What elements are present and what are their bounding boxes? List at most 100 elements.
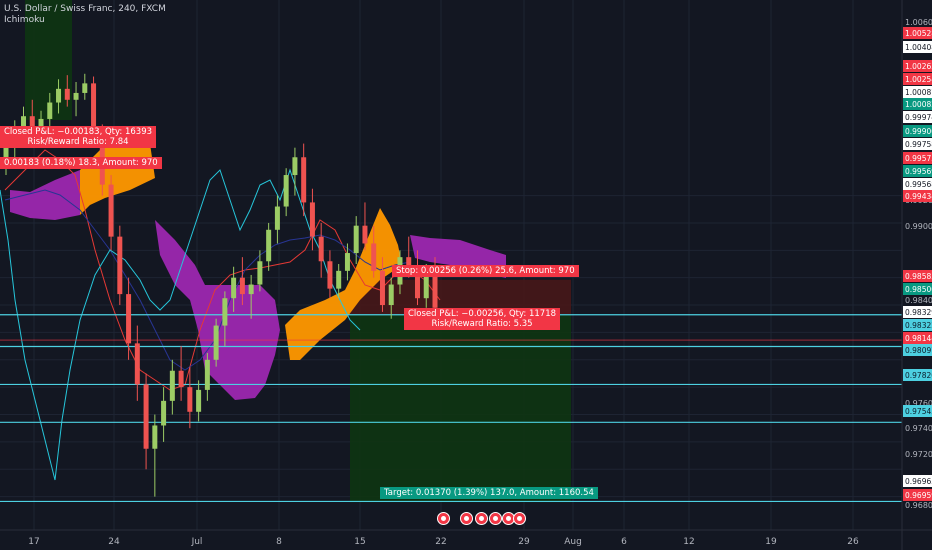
candle-14 — [126, 277, 132, 360]
x-tick-5: 22 — [435, 537, 446, 547]
price-label-text-2: 1.00263 — [905, 62, 932, 71]
candle-20 — [178, 346, 184, 401]
candle-body-14 — [126, 294, 132, 344]
event-dot-icon — [479, 516, 484, 521]
candle-body-49 — [432, 274, 438, 308]
candle-body-33 — [292, 157, 298, 176]
candle-23 — [204, 352, 210, 401]
trade1-closed-label: Closed P&L: −0.00183, Qty: 16393 Risk/Re… — [0, 126, 157, 148]
event-6-marker[interactable] — [513, 512, 526, 525]
price-label-17: 0.98144 — [903, 332, 932, 344]
candle-body-9 — [82, 83, 88, 93]
x-tick-2: Jul — [191, 537, 203, 547]
candle-body-8 — [73, 92, 79, 100]
candle-body-13 — [117, 236, 123, 295]
candle-32 — [283, 168, 289, 217]
candle-body-32 — [283, 175, 289, 207]
candle-body-28 — [248, 284, 254, 295]
candle-19 — [169, 359, 175, 415]
x-tick-1: 24 — [108, 537, 120, 547]
price-label-text-19: 0.97820 — [905, 371, 932, 380]
price-label-0: 1.00528 — [903, 27, 932, 39]
price-label-7: 0.99900 — [903, 125, 932, 137]
trade2-closed-text: Closed P&L: −0.00256, Qty: 11718 — [408, 309, 557, 319]
candle-body-48 — [423, 274, 429, 299]
candle-41 — [362, 202, 368, 251]
price-label-text-22: 0.96959 — [905, 491, 932, 500]
price-label-text-21: 0.96965 — [905, 477, 932, 486]
event-4-marker[interactable] — [489, 512, 502, 525]
x-tick-10: 19 — [765, 537, 777, 547]
trade2-rr-text: Risk/Reward Ratio: 5.35 — [431, 319, 533, 329]
event-1-marker[interactable] — [437, 512, 450, 525]
candle-body-39 — [344, 253, 350, 271]
y-tick-3: 0.98400 — [905, 296, 932, 305]
price-label-1: 1.00408 — [903, 41, 932, 53]
x-tick-11: 26 — [847, 537, 859, 547]
price-label-text-0: 1.00528 — [905, 29, 932, 38]
price-label-5: 1.00082 — [903, 98, 932, 110]
candle-21 — [187, 366, 193, 429]
price-label-text-15: 0.98329 — [905, 308, 932, 317]
y-tick-5: 0.97400 — [905, 424, 932, 433]
x-tick-0: 17 — [28, 537, 39, 547]
candle-body-25 — [222, 298, 228, 326]
price-label-text-14: 0.98500 — [905, 285, 932, 294]
price-label-text-3: 1.00254 — [905, 75, 932, 84]
price-label-18: 0.98097 — [903, 344, 932, 356]
event-3-marker[interactable] — [475, 512, 488, 525]
price-label-3: 1.00254 — [903, 73, 932, 85]
candle-12 — [108, 175, 114, 251]
event-2-marker[interactable] — [460, 512, 473, 525]
price-label-10: 0.99569 — [903, 165, 932, 177]
event-dot-icon — [517, 516, 522, 521]
price-label-12: 0.99434 — [903, 190, 932, 202]
candle-body-37 — [327, 261, 333, 289]
candle-36 — [318, 222, 324, 278]
price-label-21: 0.96965 — [903, 475, 932, 487]
x-tick-9: 12 — [683, 537, 694, 547]
chart-root: 1724Jul8152229Aug61219261.006000.992000.… — [0, 0, 932, 550]
price-label-15: 0.98329 — [903, 306, 932, 318]
price-label-text-8: 0.99758 — [905, 140, 932, 149]
price-label-text-17: 0.98144 — [905, 334, 932, 343]
candle-body-42 — [371, 243, 377, 271]
price-label-text-16: 0.98322 — [905, 321, 932, 330]
candle-body-31 — [274, 206, 280, 230]
candle-body-22 — [196, 389, 202, 412]
y-tick-2: 0.99000 — [905, 222, 932, 231]
x-tick-4: 15 — [354, 537, 365, 547]
candle-body-6 — [56, 88, 62, 103]
indicator-name: Ichimoku — [4, 15, 45, 25]
candle-body-18 — [161, 400, 167, 426]
candle-9 — [82, 73, 88, 100]
price-label-text-7: 0.99900 — [905, 127, 932, 136]
price-label-text-5: 1.00082 — [905, 100, 932, 109]
price-label-text-4: 1.00087 — [905, 88, 932, 97]
candle-body-40 — [353, 225, 359, 254]
price-label-20: 0.97543 — [903, 405, 932, 417]
event-dot-icon — [441, 516, 446, 521]
candle-8 — [73, 82, 79, 117]
price-label-13: 0.98585 — [903, 270, 932, 282]
price-label-16: 0.98322 — [903, 319, 932, 331]
candle-body-41 — [362, 225, 368, 244]
price-label-text-11: 0.99568 — [905, 180, 932, 189]
price-label-text-1: 1.00408 — [905, 43, 932, 52]
trade1-closed-text: Closed P&L: −0.00183, Qty: 16393 — [4, 127, 153, 137]
price-label-text-6: 0.99974 — [905, 113, 932, 122]
candle-30 — [266, 222, 272, 271]
candle-body-44 — [388, 284, 394, 306]
candle-body-27 — [239, 277, 245, 295]
candle-35 — [309, 188, 315, 251]
candle-13 — [117, 225, 123, 306]
price-label-4: 1.00087 — [903, 86, 932, 98]
price-label-text-13: 0.98585 — [905, 272, 932, 281]
candle-body-7 — [64, 88, 70, 100]
cloud-bear-1 — [10, 170, 80, 220]
candle-body-30 — [266, 229, 272, 262]
event-dot-icon — [506, 516, 511, 521]
candle-body-23 — [204, 359, 210, 390]
candle-16 — [143, 373, 149, 470]
stop-label: Stop: 0.00256 (0.26%) 25.6, Amount: 970 — [392, 265, 579, 277]
